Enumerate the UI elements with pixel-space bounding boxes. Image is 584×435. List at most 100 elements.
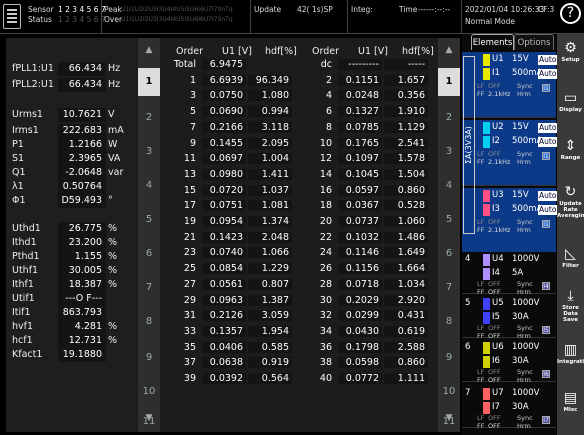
harmonic-voltage: 6.6939	[202, 74, 246, 86]
page-number[interactable]: 8	[138, 316, 160, 327]
scroll-up-arrow-icon[interactable]: ▲	[138, 42, 160, 58]
scroll-down-arrow-icon[interactable]: ▼	[438, 410, 460, 426]
sidebar-setup-button[interactable]: ⚙ Setup	[557, 40, 584, 63]
page-number[interactable]: 10	[438, 386, 460, 397]
param-value: 30.005	[58, 264, 106, 278]
param-label: hcf1	[12, 335, 33, 346]
auto-range-badge[interactable]: Auto	[538, 205, 558, 215]
order-number: 37	[183, 357, 196, 369]
harmonic-voltage: 0.0430	[338, 325, 382, 337]
scroll-down-arrow-icon[interactable]: ▼	[138, 410, 160, 426]
order-number: 25	[183, 263, 196, 275]
element-group[interactable]: U1 15V I1 500mA Auto Auto LF OFF FF 2.1kHz Sync Hrm…	[462, 52, 558, 118]
element-group[interactable]: 4 U4 1000V I4 5A LF OFF FF OFF Sync Hrm I4	[462, 252, 556, 296]
harmonic-voltage: 0.0248	[338, 90, 382, 102]
auto-range-badge[interactable]: Auto	[538, 55, 558, 65]
param-unit: %	[108, 251, 118, 262]
param-value: 4.281	[58, 320, 106, 334]
harmonic-voltage: 0.0750	[202, 90, 246, 102]
list-scrollbar[interactable]: ▲ 1 2 3 4 5 6 7 8 9 10 11 ▼	[138, 38, 160, 432]
page-number[interactable]: 10	[138, 386, 160, 397]
param-value: 2.3965	[58, 152, 106, 166]
harmonic-hdf: 1.954	[248, 325, 292, 337]
harmonic-voltage: 0.1765	[338, 137, 382, 149]
order-number: 10	[319, 137, 332, 149]
gear-icon: ⚙	[564, 40, 577, 56]
page-number[interactable]: 5	[438, 214, 460, 225]
page-number[interactable]: 6	[438, 248, 460, 259]
harmonic-table: Order U1 [V] hdf[%] Order U1 [V] hdf[%] Total 6…	[162, 38, 438, 432]
harmonic-voltage: 0.1156	[338, 263, 382, 275]
table-scrollbar[interactable]: ▲ 1 2 3 4 5 6 7 8 9 10 11 ▼	[438, 38, 460, 432]
tab-options[interactable]: Options	[514, 34, 554, 50]
page-number[interactable]: 9	[138, 352, 160, 363]
sensor-channels: 1 2 3 4 5 6 7	[58, 5, 106, 14]
harmonic-hdf: 96.349	[248, 74, 292, 86]
harmonic-hdf: 1.387	[248, 294, 292, 306]
page-number[interactable]: 7	[438, 282, 460, 293]
sidebar-update-rate-averaging-button[interactable]: ↻Update Rate Averaging	[557, 184, 584, 219]
harmonic-voltage: 0.0690	[202, 106, 246, 118]
auto-range-badge[interactable]: Auto	[538, 123, 558, 133]
page-number[interactable]: 2	[138, 112, 160, 123]
page-number[interactable]: 6	[138, 248, 160, 259]
tab-elements[interactable]: Elements	[471, 34, 514, 50]
harmonic-hdf: 2.095	[248, 137, 292, 149]
element-group[interactable]: 5 U5 1000V I5 30A LF OFF FF OFF Sync Hrm I5	[462, 296, 556, 340]
sidebar-label: Setup	[561, 57, 580, 63]
help-icon[interactable]: ?	[560, 3, 581, 24]
element-group[interactable]: U2 15V I2 500mA Auto Auto LF OFF FF 2.1kHz Sync Hrm…	[462, 120, 558, 186]
element-group[interactable]: 6 U6 1000V I6 30A LF OFF FF OFF Sync Hrm I6	[462, 340, 556, 384]
scroll-up-arrow-icon[interactable]: ▲	[438, 42, 460, 58]
page-number[interactable]: 5	[138, 214, 160, 225]
page-number[interactable]: 3	[138, 146, 160, 157]
sidebar-store-data-save-button[interactable]: ⤓ Store Data Save	[557, 288, 584, 323]
sidebar-integration-button[interactable]: ▥Integration	[557, 342, 584, 365]
order-number: 16	[319, 184, 332, 196]
sidebar-display-button[interactable]: ▭ Display	[557, 90, 584, 113]
harmonic-hdf: 0.431	[384, 310, 428, 322]
harmonic-voltage: 0.0561	[202, 278, 246, 290]
param-value: -2.0648	[58, 166, 106, 180]
sidebar-filter-button[interactable]: ◺ Filter	[557, 246, 584, 269]
lf-value: OFF	[488, 150, 501, 158]
auto-range-badge[interactable]: Auto	[538, 69, 558, 79]
page-number[interactable]: 1	[138, 68, 160, 96]
harmonic-hdf: 1.657	[384, 74, 428, 86]
toolbox-icon: ▤	[563, 390, 578, 406]
order-number: 20	[319, 216, 332, 227]
page-number[interactable]: 8	[438, 316, 460, 327]
auto-range-badge[interactable]: Auto	[538, 191, 558, 201]
sensor-label: Sensor	[28, 5, 54, 14]
param-label: Uthf1	[12, 265, 39, 276]
u-channel: U2	[492, 122, 504, 132]
page-number[interactable]: 3	[438, 146, 460, 157]
auto-range-badge[interactable]: Auto	[538, 137, 558, 147]
page-number[interactable]: 1	[438, 68, 460, 96]
u-channel: U4	[492, 254, 504, 264]
sidebar-range-button[interactable]: ⇕ Range	[557, 138, 584, 161]
order-number: 27	[183, 278, 196, 290]
element-group[interactable]: U3 15V I3 500mA Auto Auto LF OFF FF 2.1kHz Sync Hrm…	[462, 188, 558, 254]
harmonic-voltage: 0.0980	[202, 168, 246, 180]
harmonic-hdf: 0.585	[248, 341, 292, 353]
harmonic-hdf: 3.118	[248, 121, 292, 133]
page-number[interactable]: 4	[438, 180, 460, 191]
element-group[interactable]: 7 U7 1000V I7 30A LF OFF FF OFF Sync Hrm I7	[462, 386, 556, 430]
i-color-swatch	[483, 402, 490, 414]
u-range: 15V	[512, 54, 529, 64]
page-number[interactable]: 4	[138, 180, 160, 191]
order-number: 9	[189, 137, 196, 149]
sidebar-label: Display	[559, 107, 582, 113]
sidebar-misc-button[interactable]: ▤ Misc	[557, 390, 584, 413]
page-number[interactable]: 2	[438, 112, 460, 123]
harmonic-hdf: 2.541	[384, 137, 428, 149]
page-number[interactable]: 7	[138, 282, 160, 293]
param-label: Uthd1	[12, 223, 41, 234]
ff-value: 2.1kHz	[488, 90, 511, 98]
sync-source: Hrm	[517, 332, 531, 340]
page-number[interactable]: 9	[438, 352, 460, 363]
sync-badge: I7	[542, 416, 550, 424]
lf-value: OFF	[488, 82, 501, 90]
param-unit: Hz	[108, 79, 121, 90]
